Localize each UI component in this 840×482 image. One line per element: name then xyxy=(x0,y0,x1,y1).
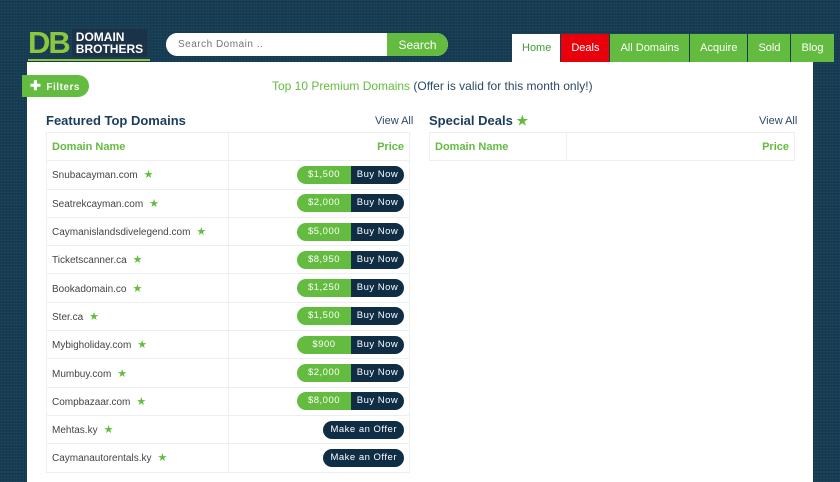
col-price: Price xyxy=(566,131,795,162)
nav-acquire[interactable]: Acquire xyxy=(690,34,748,62)
star-icon: ★ xyxy=(136,395,147,408)
table-row: Ster.ca ★ $1,500 Buy Now xyxy=(46,301,410,332)
buy-now-button[interactable]: $8,950 Buy Now xyxy=(297,250,404,269)
col-domain-name: Domain Name xyxy=(46,131,229,162)
logo-text: DOMAIN BROTHERS xyxy=(71,29,148,57)
price-label: $1,250 xyxy=(297,279,351,298)
star-icon: ★ xyxy=(516,113,529,128)
price-label: $1,500 xyxy=(297,307,351,326)
domain-link[interactable]: Bookadomain.co xyxy=(52,284,127,295)
buy-now-label: Buy Now xyxy=(351,364,404,383)
col-domain-name: Domain Name xyxy=(429,131,567,162)
search-bar: Search xyxy=(166,33,448,56)
make-offer-button[interactable]: Make an Offer xyxy=(323,448,404,467)
table-row: Snubacayman.com ★ $1,500 Buy Now xyxy=(46,160,410,190)
nav-all-domains[interactable]: All Domains xyxy=(610,34,690,62)
price-label: $1,500 xyxy=(297,165,351,184)
plus-icon: ✚ xyxy=(30,78,42,93)
buy-now-button[interactable]: $1,250 Buy Now xyxy=(297,279,404,298)
star-icon: ★ xyxy=(143,169,154,182)
buy-now-label: Buy Now xyxy=(351,335,404,354)
domain-link[interactable]: Caymanautorentals.ky xyxy=(52,453,152,464)
price-label: $2,000 xyxy=(297,364,351,383)
nav-deals[interactable]: Deals xyxy=(561,34,610,62)
star-icon: ★ xyxy=(117,367,128,380)
buy-now-button[interactable]: $1,500 Buy Now xyxy=(297,307,404,326)
buy-now-label: Buy Now xyxy=(351,165,404,184)
star-icon: ★ xyxy=(132,254,143,267)
star-icon: ★ xyxy=(196,226,207,239)
featured-table: Domain Name Price Snubacayman.com ★ $1,500 B… xyxy=(46,131,410,473)
logo[interactable]: DB DOMAIN BROTHERS xyxy=(28,27,150,61)
table-row: Mumbuy.com ★ $2,000 Buy Now xyxy=(46,358,410,388)
nav-blog[interactable]: Blog xyxy=(791,34,834,62)
special-view-all-link[interactable]: View All xyxy=(759,115,797,127)
star-icon: ★ xyxy=(103,424,114,437)
filters-button[interactable]: ✚ Filters xyxy=(22,75,89,97)
featured-view-all-link[interactable]: View All xyxy=(375,115,413,127)
table-row: Mybigholiday.com ★ $900 Buy Now xyxy=(46,330,410,360)
domain-link[interactable]: Mumbuy.com xyxy=(52,369,111,380)
domain-link[interactable]: Mybigholiday.com xyxy=(52,340,131,351)
buy-now-label: Buy Now xyxy=(351,392,404,411)
search-input[interactable] xyxy=(166,33,387,56)
price-label: $5,000 xyxy=(297,222,351,241)
star-icon: ★ xyxy=(157,452,168,465)
buy-now-label: Buy Now xyxy=(351,194,404,213)
buy-now-button[interactable]: $1,500 Buy Now xyxy=(297,165,404,184)
star-icon: ★ xyxy=(137,339,148,352)
domain-link[interactable]: Mehtas.ky xyxy=(52,425,98,436)
buy-now-label: Buy Now xyxy=(351,307,404,326)
price-label: $900 xyxy=(297,335,351,354)
domain-link[interactable]: Seatrekcayman.com xyxy=(52,199,143,210)
search-button[interactable]: Search xyxy=(387,33,448,56)
domain-link[interactable]: Ticketscanner.ca xyxy=(52,255,127,266)
make-offer-button[interactable]: Make an Offer xyxy=(323,420,404,439)
domain-link[interactable]: Compbazaar.com xyxy=(52,397,130,408)
price-label: $2,000 xyxy=(297,194,351,213)
main-nav: Home Deals All Domains Acquire Sold Blog xyxy=(512,34,835,62)
buy-now-button[interactable]: $2,000 Buy Now xyxy=(297,364,404,383)
featured-title: Featured Top Domains xyxy=(46,113,186,128)
table-row: Caymanislandsdivelegend.com ★ $5,000 Buy No… xyxy=(46,216,410,247)
price-label: $8,000 xyxy=(297,392,351,411)
star-icon: ★ xyxy=(132,282,143,295)
buy-now-button[interactable]: $2,000 Buy Now xyxy=(297,194,404,213)
table-row: Ticketscanner.ca ★ $8,950 Buy Now xyxy=(46,245,410,275)
buy-now-label: Buy Now xyxy=(351,279,404,298)
buy-now-label: Buy Now xyxy=(351,250,404,269)
promo-text: Top 10 Premium Domains (Offer is valid f… xyxy=(272,79,593,93)
nav-home[interactable]: Home xyxy=(512,34,561,62)
special-table: Domain Name Price xyxy=(429,131,795,162)
buy-now-label: Buy Now xyxy=(351,222,404,241)
domain-link[interactable]: Snubacayman.com xyxy=(52,170,138,181)
table-row: Seatrekcayman.com ★ $2,000 Buy Now xyxy=(46,188,410,218)
logo-letters: DB xyxy=(28,25,71,60)
domain-link[interactable]: Ster.ca xyxy=(52,312,83,323)
nav-sold[interactable]: Sold xyxy=(748,34,791,62)
table-row: Compbazaar.com ★ $8,000 Buy Now xyxy=(46,386,410,416)
domain-link[interactable]: Caymanislandsdivelegend.com xyxy=(52,227,190,238)
col-price: Price xyxy=(228,131,410,162)
buy-now-button[interactable]: $8,000 Buy Now xyxy=(297,392,404,411)
table-row: Caymanautorentals.ky ★ Make an Offer xyxy=(46,443,410,473)
price-label: $8,950 xyxy=(297,250,351,269)
buy-now-button[interactable]: $900 Buy Now xyxy=(297,335,404,354)
special-title: Special Deals ★ xyxy=(429,113,529,128)
table-row: Bookadomain.co ★ $1,250 Buy Now xyxy=(46,273,410,303)
buy-now-button[interactable]: $5,000 Buy Now xyxy=(297,222,404,241)
table-row: Mehtas.ky ★ Make an Offer xyxy=(46,414,410,445)
star-icon: ★ xyxy=(89,310,100,323)
star-icon: ★ xyxy=(149,197,160,210)
